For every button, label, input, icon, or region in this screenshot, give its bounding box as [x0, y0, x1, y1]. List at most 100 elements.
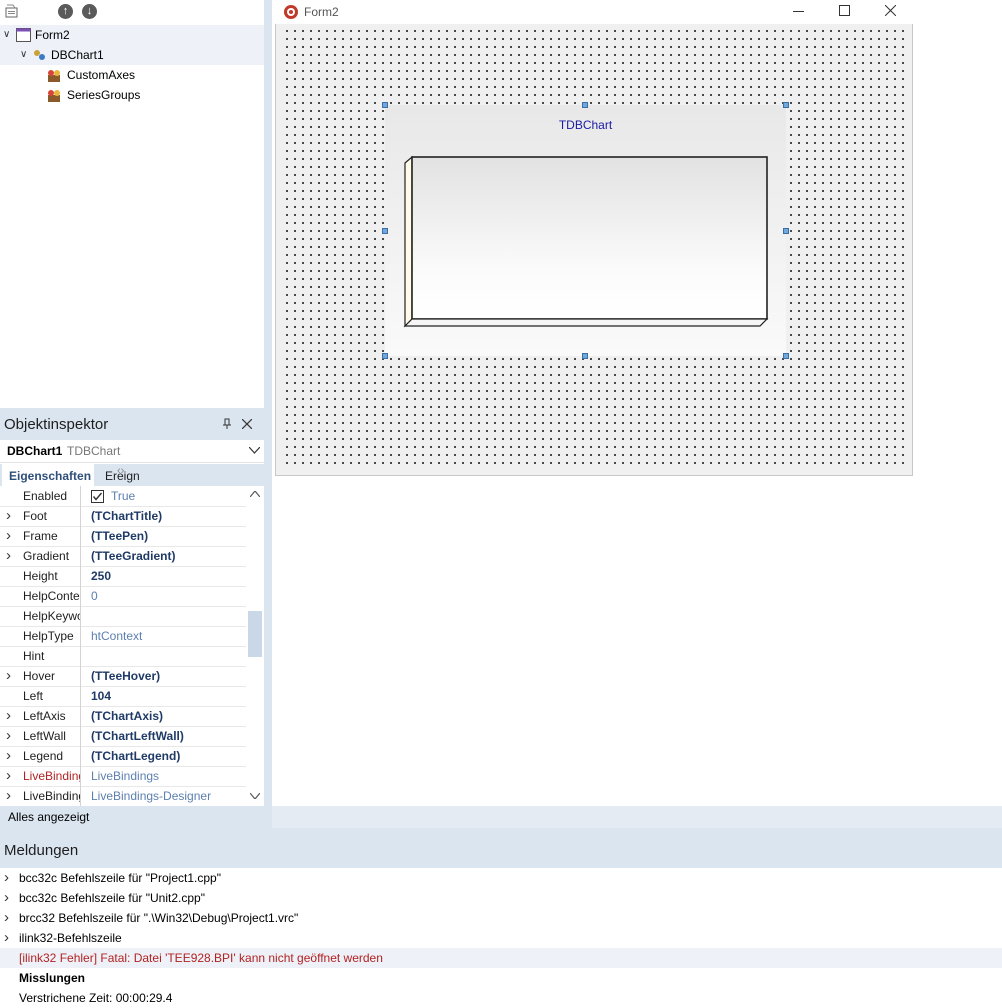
chevron-right-icon[interactable]: ›	[6, 546, 11, 566]
resize-handle[interactable]	[783, 102, 789, 108]
message-item[interactable]: › ilink32-Befehlszeile	[0, 928, 1002, 948]
chevron-right-icon[interactable]: ›	[4, 868, 9, 888]
column-divider	[80, 666, 81, 686]
resize-handle[interactable]	[382, 353, 388, 359]
message-text: brcc32 Befehlszeile für ".\Win32\Debug\P…	[19, 911, 299, 925]
message-item[interactable]: Verstrichene Zeit: 00:00:29.4	[0, 988, 1002, 1008]
chevron-right-icon[interactable]: ›	[6, 666, 11, 686]
close-icon[interactable]	[242, 419, 252, 429]
property-name: Gradient	[23, 549, 70, 563]
property-value[interactable]: (TChartLegend)	[91, 746, 180, 766]
property-row[interactable]: › LeftAxis (TChartAxis)	[0, 706, 246, 727]
minimize-icon[interactable]	[793, 11, 804, 12]
chevron-right-icon[interactable]: ›	[6, 786, 11, 806]
column-divider	[80, 786, 81, 806]
collection-icon	[48, 90, 60, 102]
pin-icon[interactable]	[222, 418, 232, 430]
scrollbar-thumb[interactable]	[248, 611, 262, 657]
vertical-splitter[interactable]	[264, 0, 272, 828]
close-icon[interactable]	[885, 5, 896, 16]
resize-handle[interactable]	[582, 353, 588, 359]
property-value[interactable]: 250	[91, 566, 111, 586]
messages-title: Meldungen	[4, 842, 79, 859]
chevron-right-icon[interactable]: ›	[6, 726, 11, 746]
resize-handle[interactable]	[382, 102, 388, 108]
chevron-right-icon[interactable]: ›	[6, 766, 11, 786]
property-row[interactable]: › LiveBindings Designer LiveBindings-Desig…	[0, 786, 246, 807]
property-name: LeftWall	[23, 729, 66, 743]
tree-item-label: SeriesGroups	[67, 88, 141, 102]
property-value[interactable]: htContext	[91, 626, 142, 646]
property-name: LiveBindings	[23, 769, 80, 783]
property-value[interactable]: (TChartTitle)	[91, 506, 162, 526]
messages-header	[0, 828, 1002, 868]
chevron-right-icon[interactable]: ›	[4, 888, 9, 908]
chevron-right-icon[interactable]: ›	[6, 706, 11, 726]
message-item[interactable]: › bcc32c Befehlszeile für "Project1.cpp"	[0, 868, 1002, 888]
property-row[interactable]: Hint	[0, 646, 246, 667]
maximize-icon[interactable]	[839, 5, 850, 16]
property-value[interactable]: (TTeeGradient)	[91, 546, 175, 566]
message-item[interactable]: › brcc32 Befehlszeile für ".\Win32\Debug\…	[0, 908, 1002, 928]
column-divider	[80, 746, 81, 766]
tree-item-customaxes[interactable]: CustomAxes	[0, 65, 264, 85]
property-row[interactable]: Height 250	[0, 566, 246, 587]
property-value[interactable]: (TChartAxis)	[91, 706, 163, 726]
scroll-down-icon[interactable]	[250, 793, 260, 799]
chevron-down-icon[interactable]	[249, 447, 260, 454]
chevron-down-icon[interactable]: ∨	[20, 45, 30, 65]
object-selector[interactable]: DBChart1 TDBChart	[0, 440, 264, 463]
messages-list: › bcc32c Befehlszeile für "Project1.cpp" ›…	[0, 868, 1002, 1005]
message-item[interactable]: › bcc32c Befehlszeile für "Unit2.cpp"	[0, 888, 1002, 908]
property-row[interactable]: Left 104	[0, 686, 246, 707]
chevron-right-icon[interactable]: ›	[6, 526, 11, 546]
tree-item-seriesgroups[interactable]: SeriesGroups	[0, 85, 264, 105]
inspector-status: Alles angezeigt	[0, 806, 264, 828]
property-row[interactable]: › Legend (TChartLegend)	[0, 746, 246, 767]
chevron-down-icon[interactable]: ∨	[3, 25, 13, 45]
dbchart-component[interactable]: TDBChart	[382, 102, 789, 359]
message-item[interactable]: Misslungen	[0, 968, 1002, 988]
property-value[interactable]: True	[111, 486, 135, 506]
property-row[interactable]: › Frame (TTeePen)	[0, 526, 246, 547]
tree-item-dbchart1[interactable]: ∨ DBChart1	[0, 45, 264, 65]
scroll-up-icon[interactable]	[250, 491, 260, 497]
property-value[interactable]: (TTeePen)	[91, 526, 148, 546]
property-row[interactable]: › LeftWall (TChartLeftWall)	[0, 726, 246, 747]
new-item-icon[interactable]	[4, 3, 20, 19]
property-value[interactable]: (TChartLeftWall)	[91, 726, 184, 746]
tree-item-form2[interactable]: ∨ Form2	[0, 25, 264, 45]
property-row[interactable]: › Hover (TTeeHover)	[0, 666, 246, 687]
property-value[interactable]: (TTeeHover)	[91, 666, 160, 686]
chevron-right-icon[interactable]: ›	[4, 908, 9, 928]
property-value[interactable]: LiveBindings	[91, 766, 159, 786]
chevron-right-icon[interactable]: ›	[6, 746, 11, 766]
property-row[interactable]: HelpKeyword	[0, 606, 246, 627]
property-scrollbar[interactable]	[246, 486, 264, 806]
tab-properties[interactable]: Eigenschaften	[2, 464, 94, 486]
property-row[interactable]: › Gradient (TTeeGradient)	[0, 546, 246, 567]
property-value[interactable]: LiveBindings-Designer	[91, 786, 211, 806]
property-name: Frame	[23, 529, 58, 543]
move-down-button[interactable]: ↓	[82, 4, 97, 19]
tab-scroll-arrows-icon[interactable]: ‹›	[117, 465, 124, 477]
property-row[interactable]: HelpType htContext	[0, 626, 246, 647]
resize-handle[interactable]	[382, 228, 388, 234]
horizontal-splitter[interactable]	[272, 806, 1002, 828]
form-titlebar[interactable]: Form2	[275, 0, 913, 24]
chevron-right-icon[interactable]: ›	[6, 506, 11, 526]
resize-handle[interactable]	[582, 102, 588, 108]
chevron-right-icon[interactable]: ›	[4, 928, 9, 948]
property-row[interactable]: › Foot (TChartTitle)	[0, 506, 246, 527]
property-row[interactable]: HelpContext 0	[0, 586, 246, 607]
property-value[interactable]: 104	[91, 686, 111, 706]
resize-handle[interactable]	[783, 353, 789, 359]
property-row[interactable]: › LiveBindings LiveBindings	[0, 766, 246, 787]
property-value[interactable]: 0	[91, 586, 98, 606]
collection-icon	[48, 70, 60, 82]
resize-handle[interactable]	[783, 228, 789, 234]
message-item[interactable]: [ilink32 Fehler] Fatal: Datei 'TEE928.BP…	[0, 948, 1002, 968]
property-row[interactable]: Enabled True	[0, 486, 246, 507]
inspector-title: Objektinspektor	[4, 416, 109, 433]
move-up-button[interactable]: ↑	[58, 4, 73, 19]
